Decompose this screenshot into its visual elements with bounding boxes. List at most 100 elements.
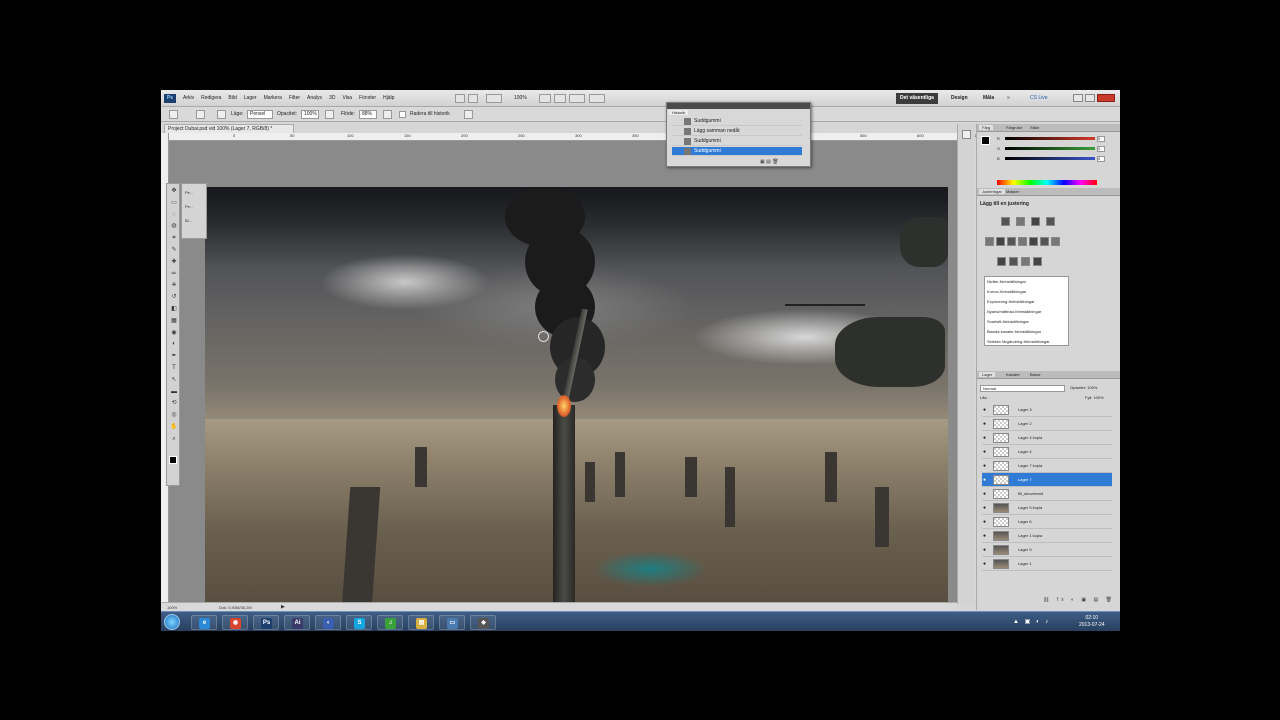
foreground-color-swatch[interactable] [981,136,990,145]
shape-tool-icon[interactable]: ▬ [170,389,178,396]
blend-mode-select[interactable]: Normal [980,385,1065,392]
history-item[interactable]: Suddgummi [672,137,802,146]
history-item[interactable]: Suddgummi [672,147,802,156]
brush-panel-icon[interactable] [217,110,226,119]
pressure-opacity-icon[interactable] [325,110,334,119]
menu-item-markera[interactable]: Markera [264,95,282,101]
channel-mixer-adjustment-icon[interactable] [1040,237,1049,246]
layer-row[interactable]: ● Lager 5 [982,543,1112,557]
visibility-eye-icon[interactable]: ● [983,505,986,511]
history-brush-tool-icon[interactable]: ↺ [170,294,178,301]
gradient-tool-icon[interactable]: ▦ [170,318,178,325]
threshold-adjustment-icon[interactable] [1009,257,1018,266]
workspace-more-chevron[interactable]: » [1003,93,1014,104]
marquee-tool-icon[interactable]: ▭ [170,200,178,207]
taskbar-button[interactable]: ▭ [439,615,465,630]
adjustment-preset[interactable]: Selektiv färgändring-förinställningar [987,339,1050,344]
layer-row[interactable]: ● Lager 4 kopia [982,431,1112,445]
flow-input[interactable]: 88% [359,110,377,119]
color-spectrum[interactable] [997,180,1097,185]
rotate-view-icon[interactable] [554,94,566,103]
foreground-color-swatch[interactable] [169,456,177,464]
blur-tool-icon[interactable]: ◉ [170,330,178,337]
tab-kanaler[interactable]: Kanaler [1003,372,1023,377]
mode-select[interactable]: Pensel [247,110,273,119]
document-tab[interactable]: Project Dubai.psd vid 100% (Lager 7, RGB… [164,124,294,133]
menu-item-analys[interactable]: Analys [307,95,322,101]
status-doc-size[interactable]: Dok: 5,93M/36,2M [219,605,252,610]
vibrance-adjustment-icon[interactable] [985,237,994,246]
workspace-painting[interactable]: Måla [979,93,998,104]
history-footer-icons[interactable]: ▣ ▤ 🗑 [760,159,779,165]
layer-row[interactable]: ● Lager 2 [982,417,1112,431]
layer-row[interactable]: ● Lager 1 [982,557,1112,571]
photo-filter-adjustment-icon[interactable] [1029,237,1038,246]
color-value-b[interactable]: 0 [1097,156,1105,162]
layer-row[interactable]: ● Lager 3 [982,403,1112,417]
zoom-tool-icon[interactable]: ⌕ [170,436,178,443]
move-tool-icon[interactable]: ✥ [170,188,178,195]
curves-adjustment-icon[interactable] [1031,217,1040,226]
color-slider-b[interactable] [1005,157,1095,160]
color-value-g[interactable]: 0 [1097,146,1105,152]
workspace-design[interactable]: Design [947,93,972,104]
brush-tool-icon[interactable]: ✏ [170,271,178,278]
layer-row[interactable]: ● Lager 1 kopia [982,529,1112,543]
layer-footer-icons[interactable]: ⛓ fx ◐ ▣ ▤ 🗑 [1043,597,1115,603]
layer-row[interactable]: ● Lager 7 kopia [982,459,1112,473]
adjustment-preset[interactable]: Kurvor-förinställningar [987,289,1026,294]
eraser-tool-icon[interactable]: ◧ [170,306,178,313]
maximize-button[interactable] [1085,94,1095,102]
menu-item-redigera[interactable]: Redigera [201,95,221,101]
erase-to-history-checkbox[interactable] [399,111,406,118]
visibility-eye-icon[interactable]: ● [983,435,986,441]
visibility-eye-icon[interactable]: ● [983,463,986,469]
black-white-adjustment-icon[interactable] [1018,237,1027,246]
pen-tool-icon[interactable]: ✒ [170,353,178,360]
layer-row[interactable]: ● Lager 7 [982,473,1112,487]
taskbar-button[interactable]: Ps [253,615,279,630]
visibility-eye-icon[interactable]: ● [983,449,986,455]
tab-lager[interactable]: Lager [979,372,996,377]
brightness-adjustment-icon[interactable] [1001,217,1010,226]
type-tool-icon[interactable]: T [170,365,178,372]
spot-heal-tool-icon[interactable]: ✚ [170,259,178,266]
eyedropper-tool-icon[interactable]: ✎ [170,247,178,254]
mini-bridge-icon[interactable] [962,130,971,139]
menu-item-filter[interactable]: Filter [289,95,300,101]
adjustment-preset[interactable]: Blanda kanaler-förinställningar [987,329,1041,334]
status-zoom[interactable]: 100% [167,605,177,610]
extras-icon[interactable] [486,94,502,103]
color-value-r[interactable]: 0 [1097,136,1105,142]
menu-item-3d[interactable]: 3D [329,95,335,101]
workspace-essentials[interactable]: Det väsentliga [896,93,938,104]
3d-orbit-tool-icon[interactable]: ◎ [170,412,178,419]
menu-item-bild[interactable]: Bild [228,95,236,101]
visibility-eye-icon[interactable]: ● [983,407,986,413]
posterize-adjustment-icon[interactable] [997,257,1006,266]
adjustment-preset[interactable]: Nivåer-förinställningar [987,279,1026,284]
gradient-map-adjustment-icon[interactable] [1021,257,1030,266]
layer-fill[interactable]: Fyll: 100% [1085,395,1104,400]
visibility-eye-icon[interactable]: ● [983,519,986,525]
menu-item-hjälp[interactable]: Hjälp [383,95,394,101]
minibridge-icon[interactable] [468,94,478,103]
color-slider-g[interactable] [1005,147,1095,150]
visibility-eye-icon[interactable]: ● [983,561,986,567]
hue-sat-adjustment-icon[interactable] [996,237,1005,246]
taskbar-button[interactable]: ◐ [315,615,341,630]
visibility-eye-icon[interactable]: ● [983,477,986,483]
menu-item-lager[interactable]: Lager [244,95,257,101]
visibility-eye-icon[interactable]: ● [983,491,986,497]
layer-row[interactable]: ● Lager 6 [982,515,1112,529]
exposure-adjustment-icon[interactable] [1046,217,1055,226]
history-item[interactable]: Suddgummi [672,117,802,126]
image-canvas[interactable] [205,187,948,631]
tab-stilar[interactable]: Stilar [1027,125,1042,130]
pressure-size-icon[interactable] [464,110,473,119]
visibility-eye-icon[interactable]: ● [983,533,986,539]
taskbar-button[interactable]: ◆ [470,615,496,630]
adjustment-preset[interactable]: Exponering-förinställningar [987,299,1035,304]
taskbar-button[interactable]: Ai [284,615,310,630]
tab-justeringar[interactable]: Justeringar [979,189,1005,194]
